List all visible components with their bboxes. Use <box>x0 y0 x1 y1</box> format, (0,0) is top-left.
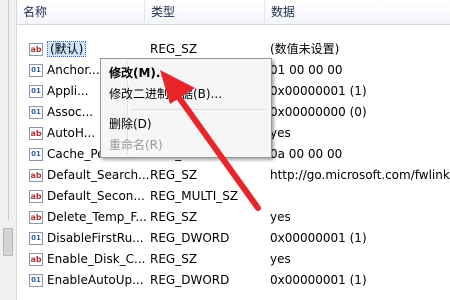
row-data: 01 00 00 00 <box>270 63 343 77</box>
menu-separator <box>131 109 267 110</box>
binary-value-icon: 01 <box>29 64 43 77</box>
list-row[interactable]: ab Default_Secon... REG_MULTI_SZ <box>17 186 450 207</box>
row-name: (默认) <box>47 41 87 57</box>
binary-value-icon: 01 <box>29 148 43 161</box>
binary-value-icon: 01 <box>29 85 43 98</box>
row-data: 0x00000001 (1) <box>270 273 367 287</box>
binary-value-icon: 01 <box>29 106 43 119</box>
row-name: Delete_Temp_F... <box>47 210 147 224</box>
row-data: yes <box>270 126 291 140</box>
tree-scrollbar-thumb[interactable] <box>3 228 13 256</box>
list-header: 名称 类型 数据 <box>17 0 450 25</box>
row-data: yes <box>270 210 291 224</box>
tree-pane-edge <box>0 0 17 300</box>
row-data: 0a 00 00 00 <box>270 147 343 161</box>
column-header-data[interactable]: 数据 <box>264 0 450 24</box>
row-data: 0x00000000 (0) <box>270 105 367 119</box>
binary-value-icon: 01 <box>29 232 43 245</box>
row-type: REG_MULTI_SZ <box>150 189 239 203</box>
row-type: REG_DWORD <box>150 273 230 287</box>
list-row[interactable]: 01 DisableFirstRu... REG_DWORD 0x0000000… <box>17 228 450 249</box>
list-row[interactable]: ab Delete_Temp_F... REG_SZ yes <box>17 207 450 228</box>
menu-item-rename: 重命名(R) <box>109 138 163 152</box>
string-value-icon: ab <box>29 190 43 203</box>
row-data <box>270 186 450 207</box>
row-data: (数值未设置) <box>270 42 340 56</box>
string-value-icon: ab <box>29 253 43 266</box>
row-type: REG_SZ <box>150 252 198 266</box>
string-value-icon: ab <box>29 127 43 140</box>
list-row[interactable]: ab Enable_Disk_C... REG_SZ yes <box>17 249 450 270</box>
row-name: EnableAutoUp... <box>47 273 144 287</box>
string-value-icon: ab <box>29 211 43 224</box>
row-name: Default_Search... <box>47 168 150 182</box>
string-value-icon: ab <box>29 169 43 182</box>
row-type: REG_SZ <box>150 168 198 182</box>
menu-item-delete[interactable]: 删除(D) <box>109 114 267 134</box>
row-name: Default_Secon... <box>47 189 145 203</box>
column-header-type[interactable]: 类型 <box>144 0 264 24</box>
tree-guide-line <box>8 0 9 220</box>
context-menu: 修改(M)... 修改二进制数据(B)... 删除(D) 重命名(R) <box>100 58 272 158</box>
row-name: Enable_Disk_C... <box>47 252 146 266</box>
list-row[interactable]: 01 EnableAutoUp... REG_DWORD 0x00000001 … <box>17 270 450 291</box>
row-data: 0x00000001 (1) <box>270 84 367 98</box>
string-value-icon: ab <box>29 43 43 56</box>
list-row[interactable]: ab Default_Search... REG_SZ http://go.mi… <box>17 165 450 186</box>
menu-item-modify-binary[interactable]: 修改二进制数据(B)... <box>109 84 267 104</box>
menu-item-modify[interactable]: 修改(M)... <box>109 63 267 83</box>
row-type: REG_SZ <box>150 210 198 224</box>
row-data: 0x00000001 (1) <box>270 231 367 245</box>
row-data: yes <box>270 252 291 266</box>
binary-value-icon: 01 <box>29 274 43 287</box>
row-type: REG_DWORD <box>150 231 230 245</box>
list-row-default[interactable]: ab (默认) REG_SZ (数值未设置) <box>17 39 450 60</box>
column-header-name[interactable]: 名称 <box>17 0 144 24</box>
row-data: http://go.microsoft.com/fwlink/ <box>270 168 450 182</box>
row-type: REG_SZ <box>150 42 198 56</box>
row-name: DisableFirstRu... <box>47 231 144 245</box>
